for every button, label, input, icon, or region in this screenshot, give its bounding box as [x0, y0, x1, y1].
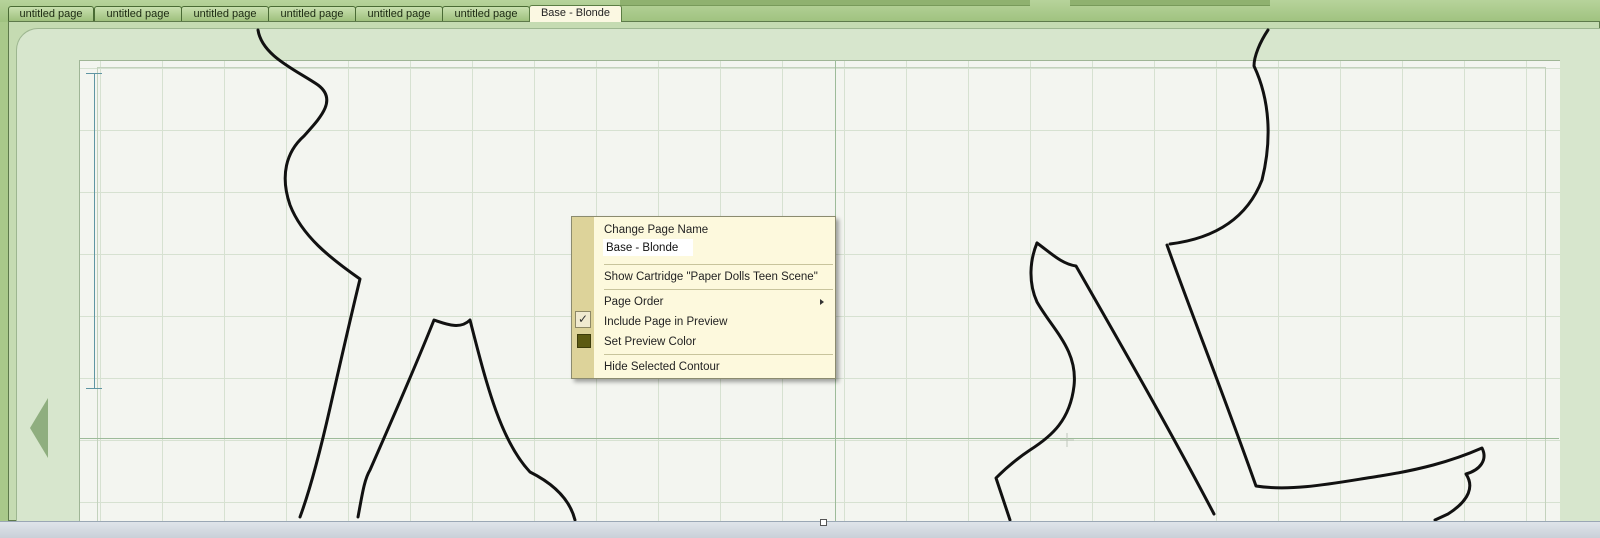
doll-body-contour — [256, 28, 362, 519]
change-page-name-label: Change Page Name — [604, 224, 709, 236]
menu-separator — [604, 289, 833, 290]
doll-sleeve-contour — [1035, 241, 1216, 516]
doll-dress-contour — [356, 318, 577, 522]
menu-separator — [604, 354, 833, 355]
page-order-menu-item[interactable]: Page Order — [604, 293, 663, 311]
set-preview-color-menu-item[interactable]: Set Preview Color — [604, 333, 696, 351]
menu-icon-gutter — [572, 217, 594, 378]
page-context-menu: Change Page Name Show Cartridge "Paper D… — [571, 216, 836, 379]
hide-selected-contour-menu-item[interactable]: Hide Selected Contour — [604, 358, 720, 376]
preview-color-swatch — [577, 334, 591, 348]
doll-hair-contour — [1168, 28, 1270, 246]
show-cartridge-menu-item[interactable]: Show Cartridge "Paper Dolls Teen Scene" — [604, 268, 818, 286]
horizontal-scrollbar[interactable] — [0, 521, 1600, 538]
include-in-preview-menu-item[interactable]: Include Page in Preview — [604, 313, 727, 331]
menu-separator — [604, 264, 833, 265]
doll-arm-contour — [994, 241, 1076, 522]
resize-handle[interactable] — [820, 519, 827, 526]
chevron-right-icon — [820, 299, 824, 305]
page-name-field[interactable] — [603, 239, 693, 256]
check-icon: ✓ — [575, 311, 591, 328]
tab-base-blonde[interactable]: Base - Blonde — [529, 5, 622, 22]
doll-leg-contour — [1165, 243, 1486, 522]
